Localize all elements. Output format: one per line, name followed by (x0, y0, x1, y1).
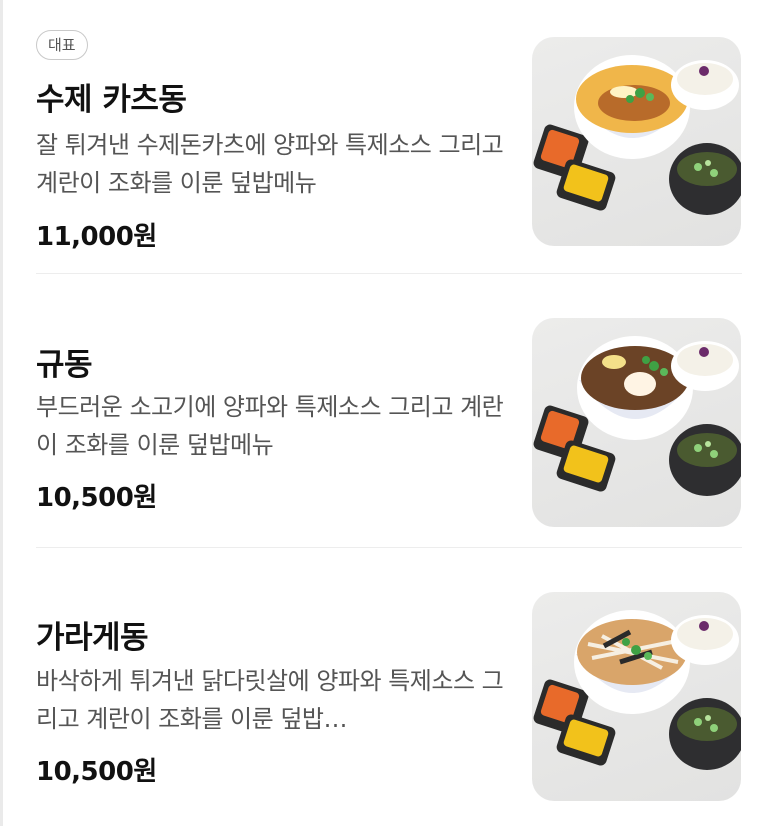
gyudon-photo-icon[interactable] (532, 318, 741, 527)
karaage-don-photo-icon[interactable] (532, 592, 741, 801)
menu-list: 대표 수제 카츠동 잘 튀겨낸 수제돈카츠에 양파와 특제소스 그리고 계란이 … (36, 0, 742, 822)
menu-item-name: 가라게동 (36, 620, 149, 656)
menu-item-karaage-don[interactable]: 가라게동 바삭하게 튀겨낸 닭다릿살에 양파와 특제소스 그리고 계란이 조화를… (36, 548, 742, 822)
menu-item-price: 11,000원 (36, 222, 157, 252)
menu-item-price: 10,500원 (36, 483, 157, 513)
menu-item-name: 수제 카츠동 (36, 82, 187, 118)
menu-item-description: 바삭하게 튀겨낸 닭다릿살에 양파와 특제소스 그리고 계란이 조화를 이룬 덮… (36, 667, 504, 733)
katsudon-photo-icon[interactable] (532, 37, 741, 246)
menu-item-price: 10,500원 (36, 757, 157, 787)
menu-item-katsudon[interactable]: 대표 수제 카츠동 잘 튀겨낸 수제돈카츠에 양파와 특제소스 그리고 계란이 … (36, 0, 742, 274)
menu-item-gyudon[interactable]: 규동 부드러운 소고기에 양파와 특제소스 그리고 계란이 조화를 이룬 덮밥메… (36, 274, 742, 548)
left-border (0, 0, 3, 826)
signature-badge: 대표 (36, 30, 88, 60)
menu-item-name: 규동 (36, 347, 93, 383)
menu-item-description: 부드러운 소고기에 양파와 특제소스 그리고 계란이 조화를 이룬 덮밥메뉴 (36, 393, 504, 459)
menu-item-description: 잘 튀겨낸 수제돈카츠에 양파와 특제소스 그리고 계란이 조화를 이룬 덮밥메… (36, 131, 504, 197)
